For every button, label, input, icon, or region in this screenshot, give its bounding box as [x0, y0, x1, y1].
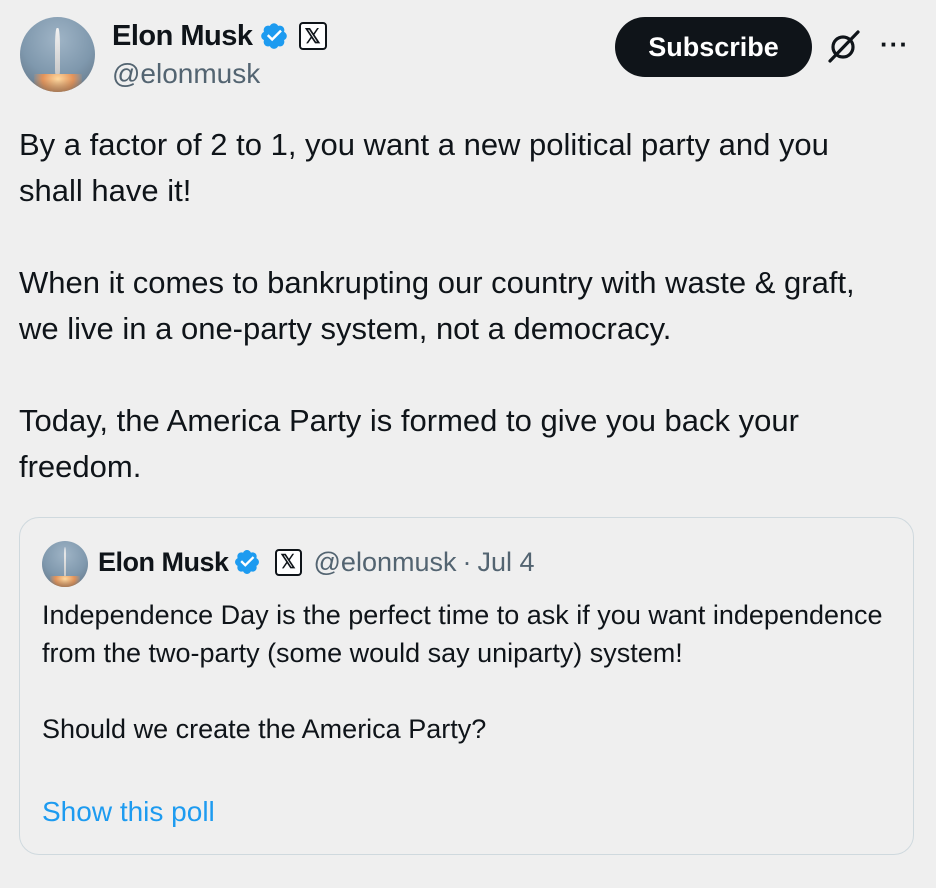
- verified-badge-icon: [234, 550, 259, 574]
- quoted-tweet-date: Jul 4: [477, 546, 535, 577]
- tweet-text: By a factor of 2 to 1, you want a new po…: [19, 122, 924, 490]
- tweet-paragraph: When it comes to bankrupting our country…: [19, 265, 855, 346]
- show-poll-link[interactable]: Show this poll: [42, 796, 215, 828]
- quoted-tweet-header: Elon Musk 𝕏 @elonmusk · Jul 4: [98, 544, 535, 580]
- author-handle[interactable]: @elonmusk: [112, 58, 260, 90]
- author-avatar[interactable]: [20, 17, 95, 92]
- quoted-tweet[interactable]: Elon Musk 𝕏 @elonmusk · Jul 4 Independen…: [19, 517, 914, 855]
- quoted-paragraph: Independence Day is the perfect time to …: [42, 600, 883, 668]
- author-name[interactable]: Elon Musk: [112, 20, 253, 53]
- subscribe-button[interactable]: Subscribe: [615, 17, 812, 77]
- quoted-paragraph: Should we create the America Party?: [42, 714, 487, 744]
- tweet-paragraph: Today, the America Party is formed to gi…: [19, 403, 799, 484]
- tweet-paragraph: By a factor of 2 to 1, you want a new po…: [19, 127, 829, 208]
- verified-badge-icon: [260, 23, 287, 49]
- grok-icon[interactable]: [826, 28, 862, 64]
- x-logo-icon: 𝕏: [298, 22, 327, 50]
- quoted-author-name: Elon Musk: [98, 546, 229, 577]
- quoted-author-avatar: [42, 541, 88, 587]
- quoted-tweet-text: Independence Day is the perfect time to …: [42, 596, 902, 748]
- quoted-author-handle: @elonmusk: [313, 546, 457, 577]
- separator-dot: ·: [462, 546, 472, 577]
- x-logo-icon: 𝕏: [274, 548, 302, 576]
- more-options-icon[interactable]: ···: [880, 31, 909, 57]
- author-name-row: Elon Musk 𝕏: [112, 18, 327, 54]
